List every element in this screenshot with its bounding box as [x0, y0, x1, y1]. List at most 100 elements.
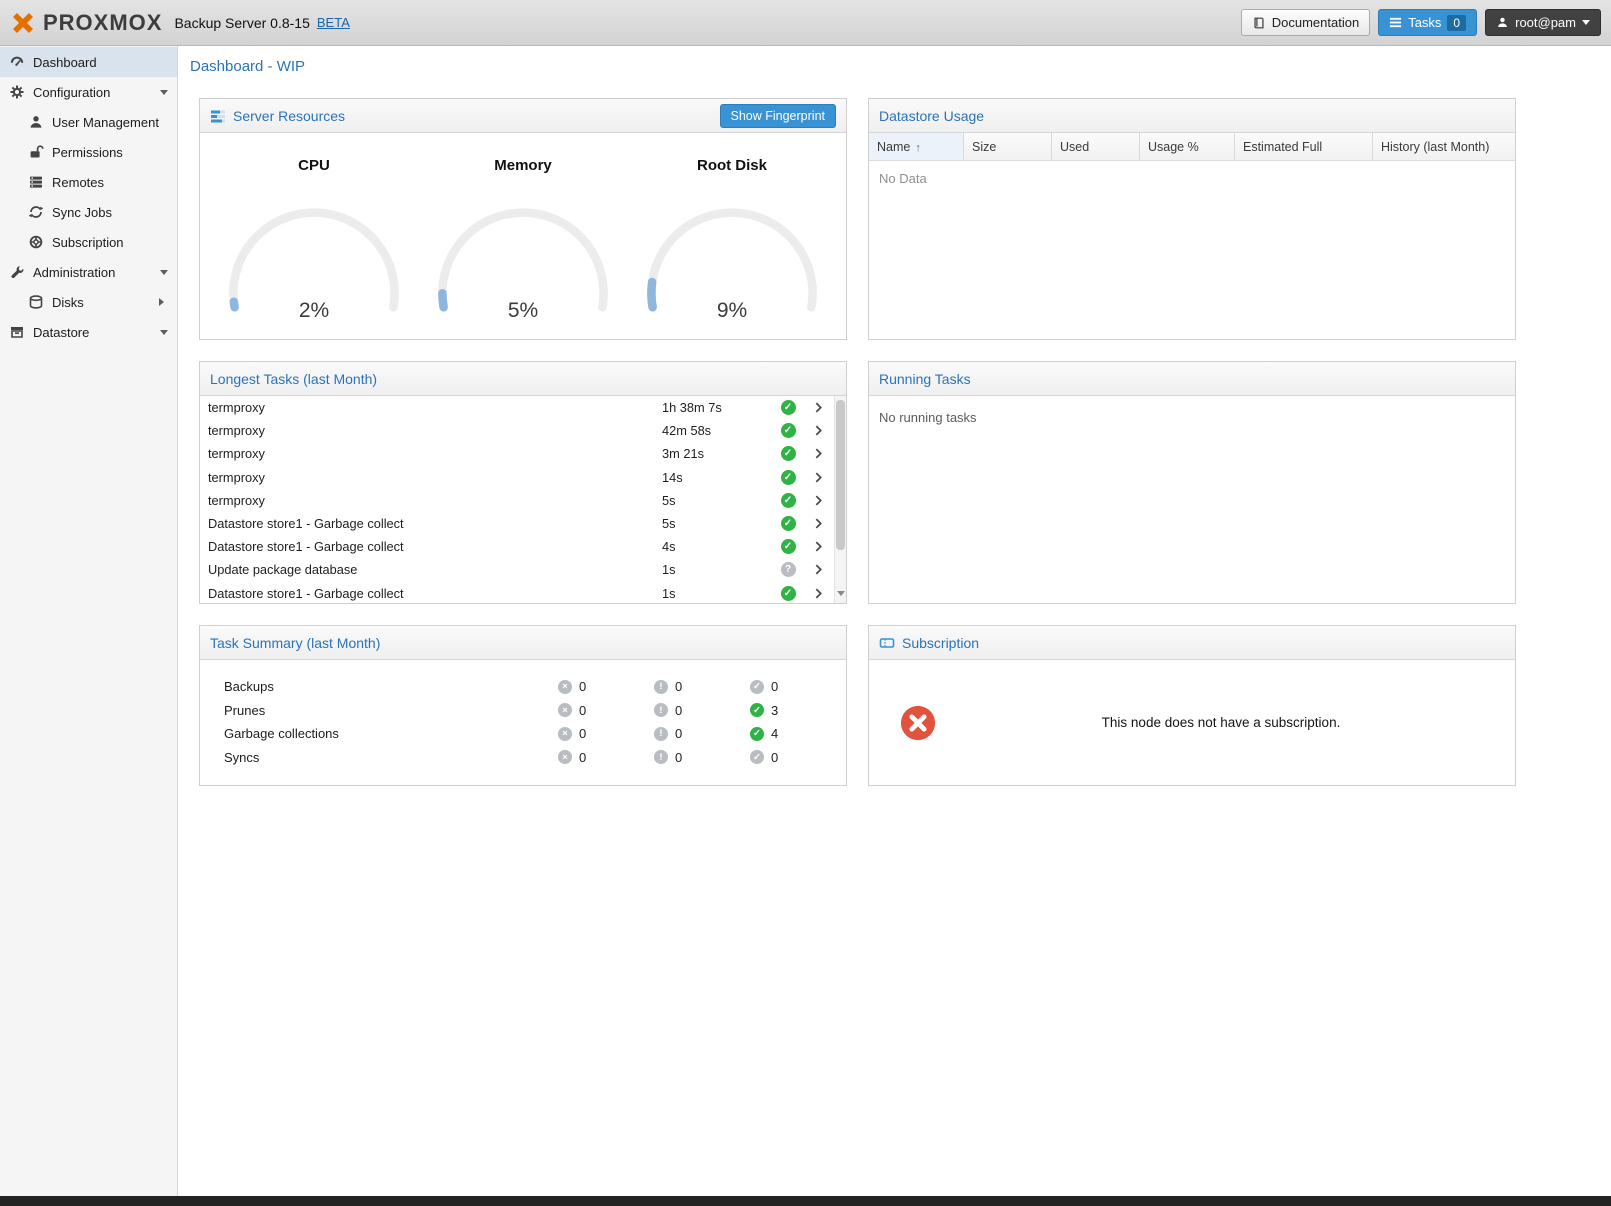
- sidebar-item-datastore[interactable]: Datastore: [0, 317, 177, 347]
- scrollbar-thumb[interactable]: [836, 400, 845, 550]
- user-icon: [1496, 16, 1509, 29]
- task-row[interactable]: Datastore store1 - Garbage collect 5s ✓: [200, 512, 834, 535]
- task-duration: 42m 58s: [662, 423, 774, 438]
- running-tasks-panel: Running Tasks No running tasks: [868, 361, 1516, 604]
- documentation-button[interactable]: Documentation: [1241, 9, 1370, 36]
- task-row[interactable]: Datastore store1 - Garbage collect 1s ✓: [200, 582, 834, 604]
- task-open-chevron[interactable]: [802, 472, 834, 483]
- error-icon: ×: [558, 727, 572, 741]
- task-status-icon: ✓: [781, 446, 796, 461]
- scrollbar[interactable]: [834, 396, 846, 603]
- column-header[interactable]: Size: [964, 133, 1052, 160]
- chevron-right-icon: [815, 472, 822, 483]
- task-status-icon: ✓: [781, 516, 796, 531]
- ok-icon: ✓: [750, 703, 764, 717]
- task-summary-row[interactable]: Prunes × 0 ! 0 ✓ 3: [200, 699, 846, 723]
- task-duration: 5s: [662, 516, 774, 531]
- subscription-message: This node does not have a subscription.: [937, 715, 1515, 730]
- task-row[interactable]: termproxy 42m 58s ✓: [200, 419, 834, 442]
- subscription-ticket-icon: [879, 635, 895, 651]
- sort-asc-icon: ↑: [915, 142, 921, 154]
- task-name: Datastore store1 - Garbage collect: [208, 539, 662, 554]
- sidebar-item-label: Disks: [52, 295, 84, 310]
- chevron-right-icon: [815, 402, 822, 413]
- task-open-chevron[interactable]: [802, 518, 834, 529]
- scrollbar-down-arrow[interactable]: [837, 591, 845, 600]
- task-row[interactable]: termproxy 14s ✓: [200, 466, 834, 489]
- error-icon: ×: [558, 703, 572, 717]
- error-cell: × 0: [558, 750, 654, 765]
- task-open-chevron[interactable]: [802, 541, 834, 552]
- panel-title: Running Tasks: [879, 371, 971, 387]
- beta-link[interactable]: BETA: [317, 15, 350, 30]
- task-name: termproxy: [208, 470, 662, 485]
- brand-text: PROXMOX: [43, 10, 162, 36]
- task-row[interactable]: Datastore store1 - Garbage collect 4s ✓: [200, 535, 834, 558]
- chevron-right-icon: [815, 425, 822, 436]
- datastore-usage-header-row: Name↑SizeUsedUsage %Estimated FullHistor…: [869, 133, 1515, 161]
- product-version: Backup Server 0.8-15: [174, 15, 309, 31]
- column-header[interactable]: History (last Month): [1373, 133, 1515, 160]
- sidebar-item-administration[interactable]: Administration: [0, 257, 177, 287]
- sidebar-item-permissions[interactable]: Permissions: [0, 137, 177, 167]
- task-open-chevron[interactable]: [802, 448, 834, 459]
- gauges: CPU 2% Memory 5% Root Disk 9%: [200, 133, 846, 339]
- sidebar-item-disks[interactable]: Disks: [0, 287, 177, 317]
- task-row[interactable]: termproxy 1h 38m 7s ✓: [200, 396, 834, 419]
- task-open-chevron[interactable]: [802, 588, 834, 599]
- column-header[interactable]: Estimated Full: [1235, 133, 1373, 160]
- task-status-icon: ✓: [781, 400, 796, 415]
- disk-icon: [28, 294, 44, 310]
- task-summary-rows: Backups × 0 ! 0 ✓ 0 Prunes × 0 ! 0 ✓ 3 G…: [200, 660, 846, 769]
- task-row[interactable]: termproxy 3m 21s ✓: [200, 442, 834, 465]
- task-open-chevron[interactable]: [802, 425, 834, 436]
- chevron-right-icon: [815, 541, 822, 552]
- column-header[interactable]: Used: [1052, 133, 1140, 160]
- chevron-down-icon: [1582, 20, 1590, 29]
- task-summary-row[interactable]: Backups × 0 ! 0 ✓ 0: [200, 675, 846, 699]
- task-duration: 1s: [662, 562, 774, 577]
- ok-cell: ✓ 4: [750, 726, 846, 741]
- warning-count: 0: [675, 703, 682, 718]
- error-icon: ×: [558, 680, 572, 694]
- task-summary-label: Garbage collections: [224, 726, 558, 741]
- top-header: PROXMOX Backup Server 0.8-15 BETA Docume…: [0, 0, 1611, 46]
- chevron-right-icon: [815, 448, 822, 459]
- sidebar-item-remotes[interactable]: Remotes: [0, 167, 177, 197]
- sidebar-item-configuration[interactable]: Configuration: [0, 77, 177, 107]
- sidebar-item-sync-jobs[interactable]: Sync Jobs: [0, 197, 177, 227]
- sidebar-item-subscription[interactable]: Subscription: [0, 227, 177, 257]
- ok-cell: ✓ 0: [750, 750, 846, 765]
- ok-icon: ✓: [750, 750, 764, 764]
- ok-icon: ✓: [750, 727, 764, 741]
- task-row[interactable]: Update package database 1s ?: [200, 558, 834, 581]
- warning-cell: ! 0: [654, 703, 750, 718]
- server-list-icon: [28, 174, 44, 190]
- datastore-usage-panel: Datastore Usage Name↑SizeUsedUsage %Esti…: [868, 98, 1516, 340]
- gauge: Root Disk 9%: [637, 157, 827, 339]
- longest-tasks-list: termproxy 1h 38m 7s ✓ termproxy 42m 58s …: [200, 396, 834, 603]
- subscription-panel: Subscription This node does not have a s…: [868, 625, 1516, 786]
- task-status-icon: ?: [781, 562, 796, 577]
- task-open-chevron[interactable]: [802, 564, 834, 575]
- gauge-value: 2%: [219, 299, 409, 323]
- user-menu-button[interactable]: root@pam: [1485, 9, 1601, 36]
- sidebar-item-dashboard[interactable]: Dashboard: [0, 47, 177, 77]
- tasks-button[interactable]: Tasks 0: [1378, 9, 1477, 36]
- chevron-right-icon: [815, 588, 822, 599]
- ok-icon: ✓: [750, 680, 764, 694]
- task-row[interactable]: termproxy 5s ✓: [200, 489, 834, 512]
- column-header[interactable]: Name↑: [869, 133, 964, 160]
- sidebar-item-user-management[interactable]: User Management: [0, 107, 177, 137]
- column-header[interactable]: Usage %: [1140, 133, 1235, 160]
- error-icon: ×: [558, 750, 572, 764]
- chevron-right-icon: [815, 564, 822, 575]
- chevron-right-icon: [815, 518, 822, 529]
- task-summary-row[interactable]: Syncs × 0 ! 0 ✓ 0: [200, 746, 846, 770]
- show-fingerprint-button[interactable]: Show Fingerprint: [720, 104, 837, 128]
- task-open-chevron[interactable]: [802, 495, 834, 506]
- caret-down-icon: [160, 90, 168, 99]
- task-duration: 4s: [662, 539, 774, 554]
- task-open-chevron[interactable]: [802, 402, 834, 413]
- task-summary-row[interactable]: Garbage collections × 0 ! 0 ✓ 4: [200, 722, 846, 746]
